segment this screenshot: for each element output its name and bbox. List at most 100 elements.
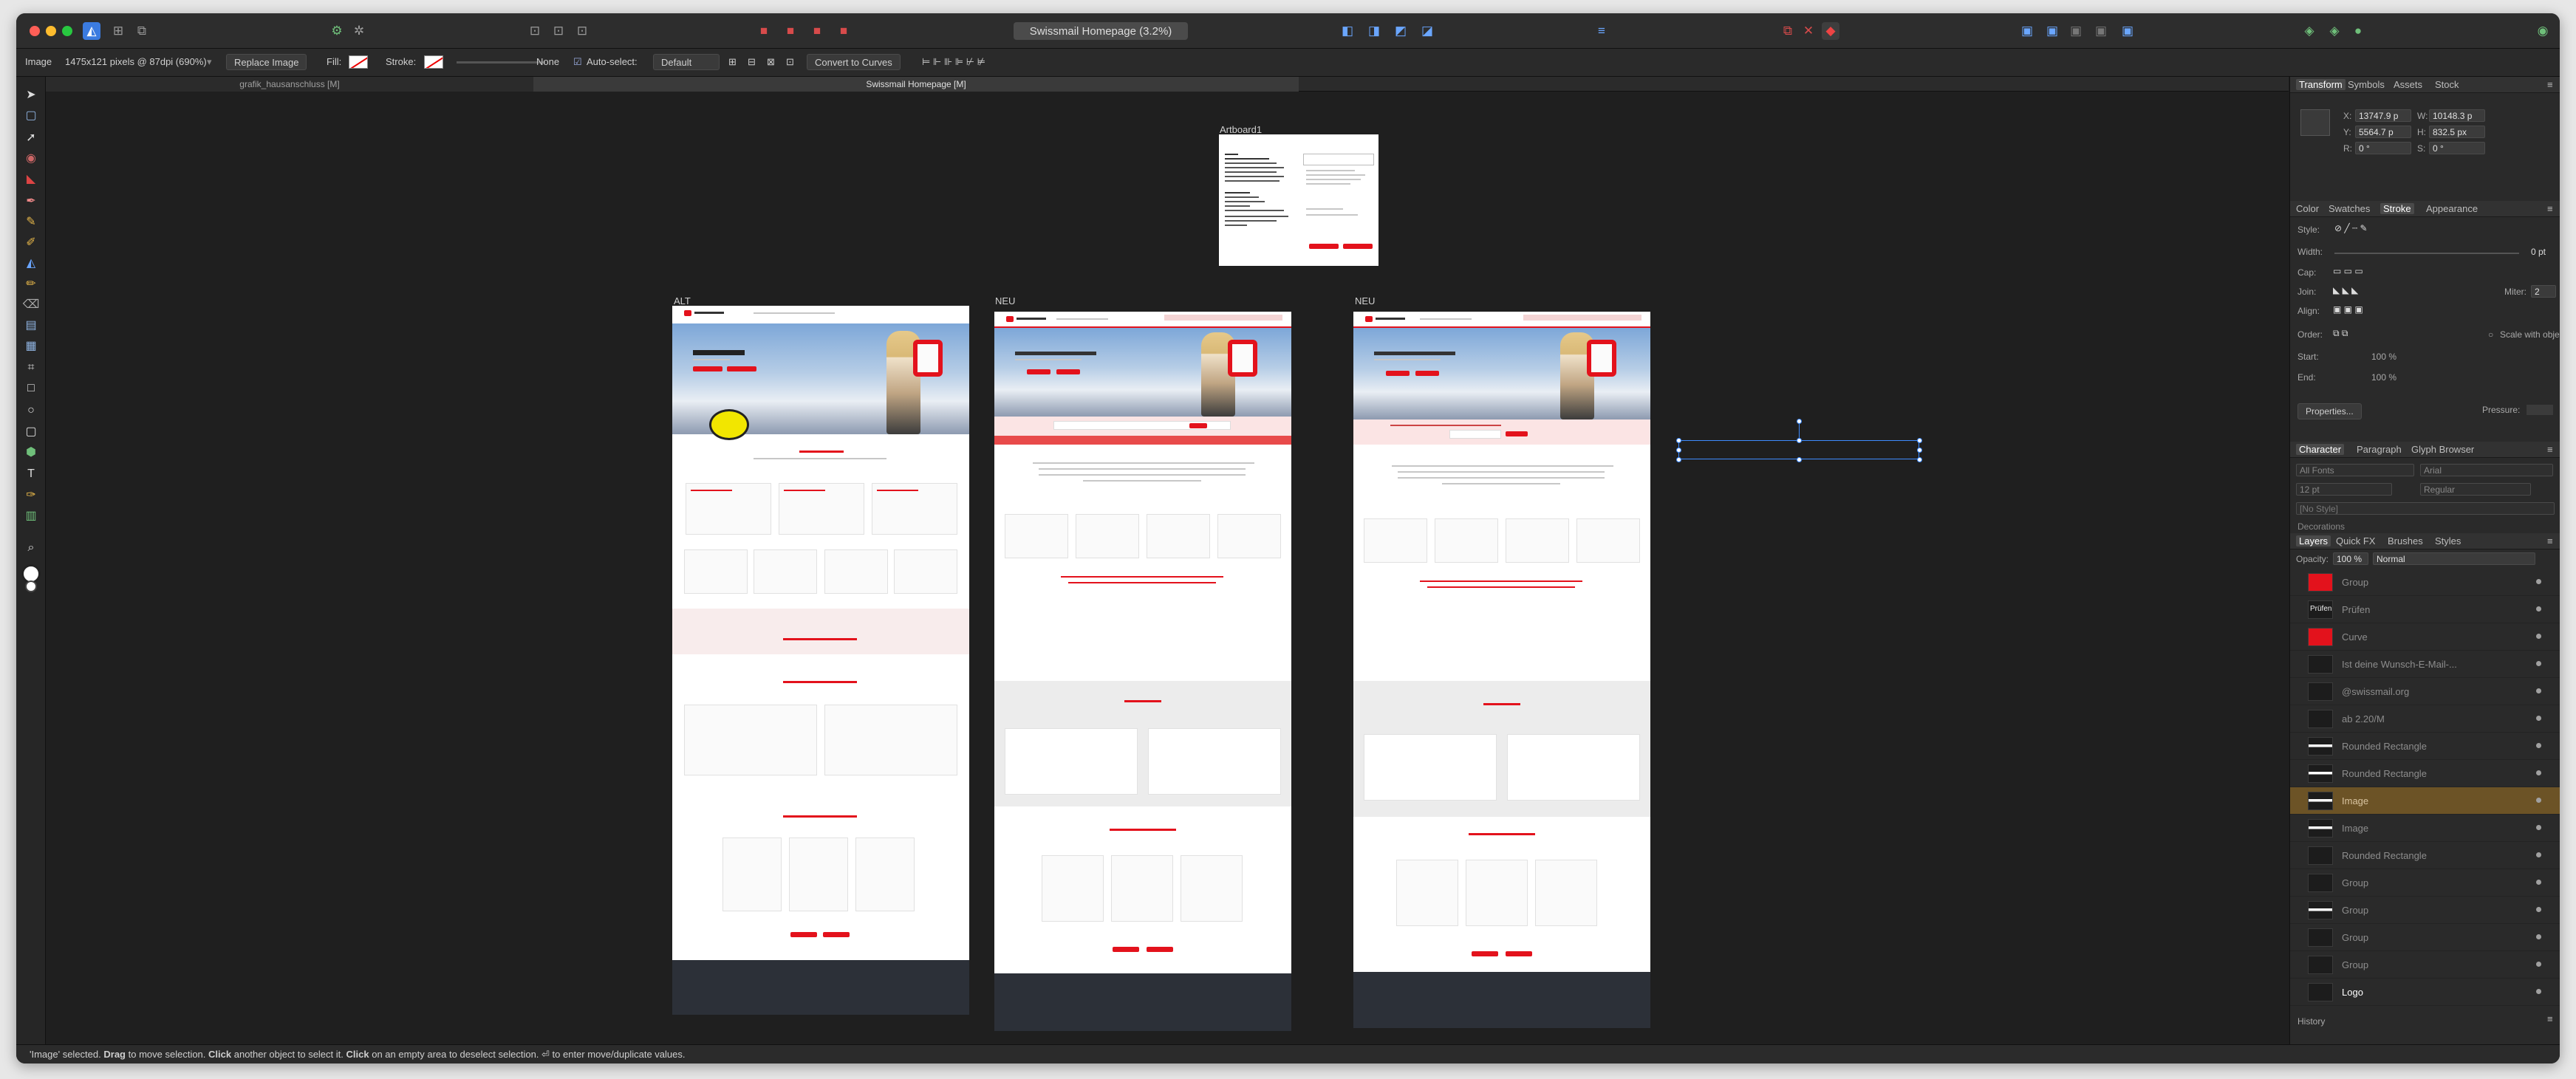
layer-row[interactable]: Image	[2290, 787, 2560, 815]
layer-row[interactable]: Logo	[2290, 979, 2560, 1006]
visibility-toggle-icon[interactable]	[2536, 962, 2541, 967]
tab-appearance[interactable]: Appearance	[2426, 203, 2478, 214]
rotation-field[interactable]: 0 °	[2355, 142, 2411, 154]
snapping-icon[interactable]: ✲	[350, 22, 368, 40]
opacity-field[interactable]: 100 %	[2333, 552, 2368, 565]
flip-horizontal-icon[interactable]: ◧	[1339, 22, 1356, 40]
tab-swatches[interactable]: Swatches	[2329, 203, 2370, 214]
tab-brushes[interactable]: Brushes	[2388, 535, 2423, 547]
arrange-icon[interactable]: ≡	[1593, 22, 1610, 40]
boolean-add-icon[interactable]: ■	[755, 22, 773, 40]
close-window-button[interactable]	[30, 26, 40, 36]
zoom-window-button[interactable]	[62, 26, 72, 36]
export-persona-icon[interactable]: ⧉	[133, 22, 151, 40]
pressure-graph[interactable]	[2527, 405, 2553, 415]
visibility-toggle-icon[interactable]	[2536, 798, 2541, 803]
visibility-toggle-icon[interactable]	[2536, 852, 2541, 857]
auto-select-checkbox[interactable]: ☑	[573, 56, 582, 68]
tab-character[interactable]: Character	[2296, 444, 2345, 455]
layer-row[interactable]: Rounded Rectangle	[2290, 760, 2560, 787]
layer-row[interactable]: Ist deine Wunsch-E-Mail-...	[2290, 651, 2560, 678]
align-tools-icon[interactable]: ⊨ ⊩ ⊪ ⊫ ⊬ ⊭	[922, 56, 985, 68]
paint-brush-icon[interactable]: ✏	[22, 275, 40, 292]
crop-tool-icon[interactable]: ⌗	[22, 359, 40, 377]
image-info-dropdown-icon[interactable]: ▾	[207, 56, 212, 68]
align-right-icon[interactable]: ⊡	[573, 22, 591, 40]
layer-row[interactable]: Prüfen Prüfen	[2290, 596, 2560, 623]
tab-transform[interactable]: Transform	[2296, 79, 2346, 90]
visibility-toggle-icon[interactable]	[2536, 579, 2541, 584]
share-icon[interactable]: ◈	[2326, 22, 2343, 40]
vector-brush-icon[interactable]: ✐	[22, 233, 40, 251]
rounded-rectangle-tool-icon[interactable]: ▢	[22, 422, 40, 440]
layers-panel-menu-icon[interactable]: ≡	[2547, 535, 2553, 547]
visibility-toggle-icon[interactable]	[2536, 688, 2541, 693]
node-tool-icon[interactable]: ➚	[22, 129, 40, 146]
visibility-toggle-icon[interactable]	[2536, 716, 2541, 721]
tab-swissmail-homepage[interactable]: Swissmail Homepage [M]	[533, 77, 1299, 92]
point-transform-icon[interactable]: ◉	[22, 149, 40, 167]
color-picker-icon[interactable]: ✑	[22, 486, 40, 504]
layer-row[interactable]: Rounded Rectangle	[2290, 733, 2560, 760]
artboard1-label[interactable]: Artboard1	[1220, 124, 1262, 135]
layer-row[interactable]: Image	[2290, 815, 2560, 842]
align-center-icon[interactable]: ⊡	[550, 22, 567, 40]
insert-top-icon[interactable]: ▣	[2067, 22, 2085, 40]
order-options-icon[interactable]: ⧉ ⧉	[2333, 328, 2348, 339]
stroke-width-slider[interactable]	[457, 61, 545, 64]
cap-options-icon[interactable]: ▭ ▭ ▭	[2333, 266, 2363, 276]
snapping-magnet-icon[interactable]: ◆	[1822, 22, 1839, 40]
character-panel-menu-icon[interactable]: ≡	[2547, 444, 2553, 455]
show-mesh-icon[interactable]: ⊡	[786, 56, 794, 68]
rectangle-tool-icon[interactable]: □	[22, 380, 40, 397]
layer-row[interactable]: @swissmail.org	[2290, 678, 2560, 705]
insert-bottom-icon[interactable]: ▣	[2092, 22, 2110, 40]
width-value[interactable]: 0 pt	[2531, 247, 2546, 257]
artboard1[interactable]	[1219, 134, 1378, 266]
stroke-swatch[interactable]	[424, 55, 443, 69]
ellipse-tool-icon[interactable]: ○	[22, 402, 40, 419]
stroke-style-icons[interactable]: ⊘ ╱ ┄ ✎	[2334, 223, 2368, 233]
artboard-neu2-label[interactable]: NEU	[1355, 295, 1375, 306]
layer-row[interactable]: Group	[2290, 951, 2560, 979]
designer-persona-icon[interactable]: ◭	[83, 22, 100, 40]
canvas[interactable]: Artboard1 ALT NEU NEU	[46, 92, 2289, 1044]
visibility-toggle-icon[interactable]	[2536, 606, 2541, 612]
visibility-toggle-icon[interactable]	[2536, 880, 2541, 885]
tab-layers[interactable]: Layers	[2296, 535, 2331, 547]
history-panel-title[interactable]: History	[2297, 1016, 2325, 1027]
end-pct[interactable]: 100 %	[2371, 372, 2396, 383]
insert-default-icon[interactable]: ▣	[2119, 22, 2136, 40]
blend-mode-dropdown[interactable]: Normal	[2373, 552, 2535, 565]
visibility-toggle-icon[interactable]	[2536, 770, 2541, 775]
visibility-toggle-icon[interactable]	[2536, 907, 2541, 912]
snap-toggle-icon[interactable]: ⧉	[1779, 22, 1797, 40]
tab-styles[interactable]: Styles	[2435, 535, 2461, 547]
pencil-tool-icon[interactable]: ✎	[22, 213, 40, 230]
minimize-window-button[interactable]	[46, 26, 56, 36]
font-collection-dropdown[interactable]: All Fonts	[2296, 464, 2414, 476]
layer-row[interactable]: Group	[2290, 569, 2560, 596]
pixel-persona-icon[interactable]: ⊞	[109, 22, 127, 40]
fill-tool-icon[interactable]: ◭	[22, 254, 40, 272]
place-image-icon[interactable]: ▥	[22, 507, 40, 524]
stroke-width-slider-panel[interactable]	[2334, 253, 2519, 254]
resize-handle-bl[interactable]	[1676, 457, 1681, 462]
selection-bounding-box[interactable]	[1676, 419, 1922, 462]
artboard-tool-icon[interactable]: ▢	[22, 106, 40, 124]
resize-handle-l[interactable]	[1676, 448, 1681, 453]
show-bbox-icon[interactable]: ⊟	[748, 56, 756, 68]
join-options-icon[interactable]: ◣ ◣ ◣	[2333, 285, 2358, 295]
panel-menu-icon[interactable]: ≡	[2547, 79, 2553, 90]
visibility-toggle-icon[interactable]	[2536, 634, 2541, 639]
show-rotation-icon[interactable]: ⊠	[767, 56, 775, 68]
insert-behind-icon[interactable]: ▣	[2043, 22, 2061, 40]
text-style-dropdown[interactable]: [No Style]	[2296, 502, 2555, 515]
x-field[interactable]: 13747.9 p	[2355, 109, 2411, 122]
resize-handle-tr[interactable]	[1917, 438, 1922, 443]
visibility-toggle-icon[interactable]	[2536, 989, 2541, 994]
artboard-neu1-label[interactable]: NEU	[995, 295, 1015, 306]
tab-stock[interactable]: Stock	[2435, 79, 2459, 90]
insert-inside-icon[interactable]: ▣	[2018, 22, 2036, 40]
font-weight-dropdown[interactable]: Regular	[2420, 483, 2531, 496]
